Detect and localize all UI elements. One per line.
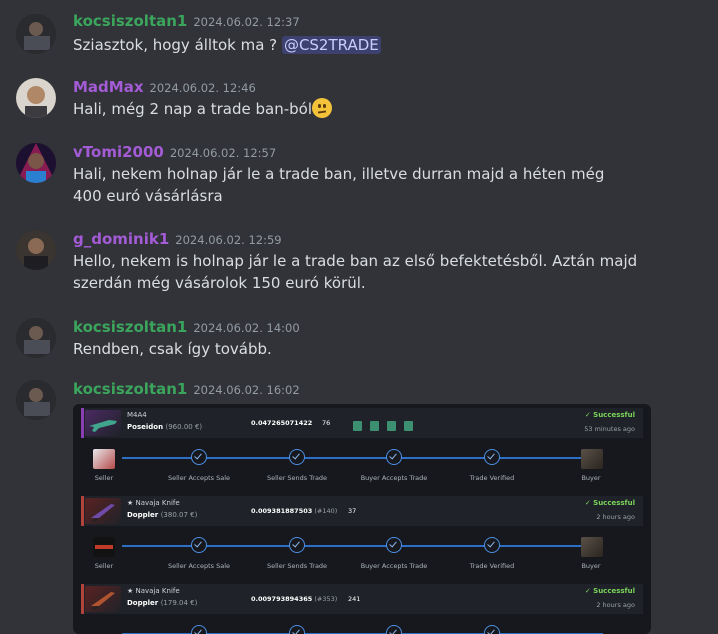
avatar[interactable] [16,318,56,358]
username[interactable]: MadMax 2024.06.02. 12:46 [73,78,256,96]
image-attachment[interactable]: M4A4 Poseidon (960.00 €) 0.047265071422 … [73,404,651,634]
message-text: Rendben, csak így tovább. [73,340,272,358]
message-text: Hali, még 2 nap a trade ban-ból [73,98,673,120]
trade-progress: Seller Seller Accepts Sale Seller Sends … [81,446,643,486]
check-icon [191,449,207,465]
username[interactable]: g_dominik1 2024.06.02. 12:59 [73,230,282,248]
step-label: Trade Verified [469,562,515,570]
sticker-icon [353,421,362,431]
step-label: Seller Sends Trade [266,474,328,482]
check-icon [191,625,207,634]
knife-icon [85,498,121,524]
item-skin: Doppler (380.07 €) [127,511,198,519]
avatar[interactable] [16,14,56,54]
check-icon [386,537,402,553]
seller-avatar [93,449,115,469]
item-name: ★ Navaja Knife [127,499,180,507]
sticker-icon [370,421,379,431]
knife-icon [85,586,121,612]
username[interactable]: vTomi2000 2024.06.02. 12:57 [73,143,276,161]
username[interactable]: kocsiszoltan1 2024.06.02. 16:02 [73,380,300,398]
avatar[interactable] [16,230,56,270]
item-skin: Doppler (179.04 €) [127,599,198,607]
confused-face-icon [312,98,332,118]
item-float: 0.009793894365 (#353) [251,595,338,603]
trade-time: 2 hours ago [596,513,635,521]
check-icon [484,537,500,553]
step-label: Seller [94,474,114,482]
m4a4-icon [85,410,121,436]
step-label: Seller Sends Trade [266,562,328,570]
step-label: Seller Accepts Sale [168,474,230,482]
check-icon [484,625,500,634]
check-icon [289,449,305,465]
timestamp: 2024.06.02. 16:02 [193,383,300,397]
item-pattern: 37 [348,507,357,515]
item-float: 0.009381887503 (#140) [251,507,338,515]
check-icon [386,449,402,465]
check-icon [386,625,402,634]
item-pattern: 76 [322,419,331,427]
buyer-avatar [581,449,603,469]
step-label: Buyer [581,562,601,570]
status-badge: ✓ Successful [584,587,635,595]
step-label: Buyer [581,474,601,482]
message-text: Sziasztok, hogy álltok ma ? @CS2TRADE [73,36,381,54]
username[interactable]: kocsiszoltan1 2024.06.02. 12:37 [73,12,300,30]
trade-row: ★ Navaja Knife Doppler (179.04 €) 0.0097… [81,584,643,614]
check-icon [289,625,305,634]
check-icon [289,537,305,553]
sticker-icon [404,421,413,431]
step-label: Buyer Accepts Trade [360,474,428,482]
rarity-stripe [81,496,84,526]
check-icon [484,449,500,465]
step-label: Seller [94,562,114,570]
item-float: 0.047265071422 [251,419,313,427]
trade-time: 2 hours ago [596,601,635,609]
trade-row: M4A4 Poseidon (960.00 €) 0.047265071422 … [81,408,643,438]
buyer-avatar [581,537,603,557]
sticker-icon [387,421,396,431]
seller-avatar [93,537,115,557]
trade-progress: Seller Seller Accepts Sale Seller Sends … [81,534,643,574]
username[interactable]: kocsiszoltan1 2024.06.02. 14:00 [73,318,300,336]
item-name: M4A4 [127,411,147,419]
trade-row: ★ Navaja Knife Doppler (380.07 €) 0.0093… [81,496,643,526]
trade-time: 53 minutes ago [584,425,635,433]
mention[interactable]: @CS2TRADE [281,36,381,54]
step-label: Seller Accepts Sale [168,562,230,570]
status-badge: ✓ Successful [584,411,635,419]
item-skin: Poseidon (960.00 €) [127,423,203,431]
avatar[interactable] [16,78,56,118]
timestamp: 2024.06.02. 14:00 [193,321,300,335]
timestamp: 2024.06.02. 12:37 [193,15,300,29]
check-icon [191,537,207,553]
step-label: Trade Verified [469,474,515,482]
item-pattern: 241 [348,595,361,603]
timestamp: 2024.06.02. 12:59 [175,233,282,247]
item-name: ★ Navaja Knife [127,587,180,595]
avatar[interactable] [16,380,56,420]
rarity-stripe [81,408,84,438]
timestamp: 2024.06.02. 12:46 [149,81,256,95]
message-text: Hali, nekem holnap jár le a trade ban, i… [73,165,605,205]
step-label: Buyer Accepts Trade [360,562,428,570]
status-badge: ✓ Successful [584,499,635,507]
avatar[interactable] [16,143,56,183]
rarity-stripe [81,584,84,614]
timestamp: 2024.06.02. 12:57 [169,146,277,160]
trade-progress [81,622,643,634]
message-text: Hello, nekem is holnap jár le a trade ba… [73,252,638,292]
stickers [353,416,421,435]
